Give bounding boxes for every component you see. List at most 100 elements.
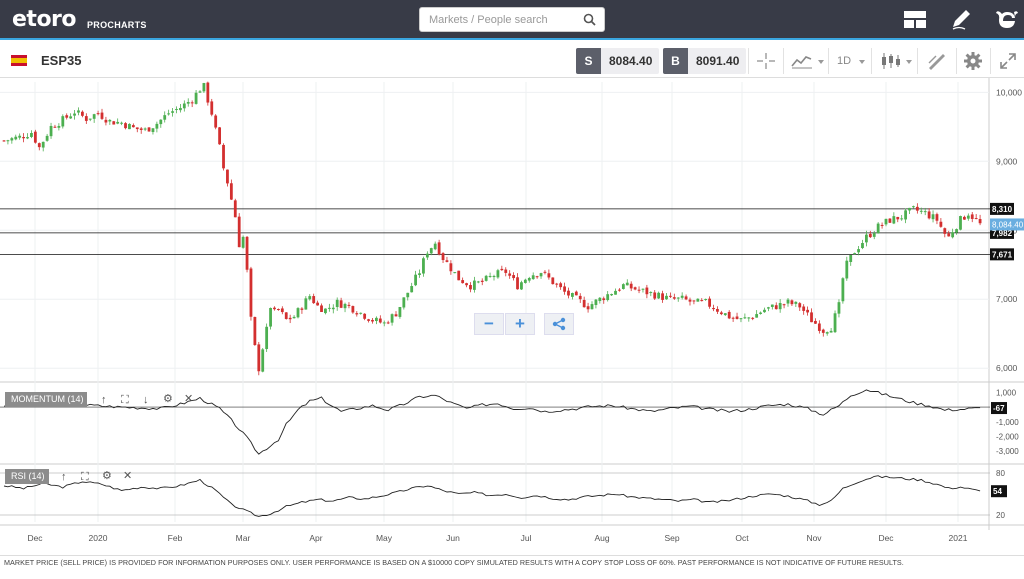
gear-icon[interactable]: ⚙ [163, 394, 173, 405]
candle-body [712, 307, 715, 310]
search-box[interactable] [419, 7, 605, 32]
drawing-pen-icon [928, 54, 945, 70]
instrument-symbol[interactable]: ESP35 [41, 53, 81, 68]
candle-body [265, 326, 269, 350]
sell-price-button[interactable]: S 8084.40 [576, 48, 659, 74]
candle-body [845, 260, 849, 279]
candle-body [100, 112, 104, 119]
candle-body [876, 223, 880, 234]
candle-body [868, 233, 872, 238]
candle-body [810, 312, 813, 323]
candle-body [37, 143, 41, 148]
momentum-label[interactable]: MOMENTUM (14) [5, 392, 87, 407]
y-tick-label: 10,000 [996, 87, 1022, 97]
line-price-label: 7,671 [992, 250, 1013, 259]
horizontal-lines [0, 208, 990, 255]
move-up-icon[interactable]: ↑ [61, 472, 67, 483]
candle-body [257, 344, 261, 372]
candle-body [92, 114, 96, 119]
candle-body [324, 308, 327, 314]
candle-body [429, 248, 433, 254]
candle-body [190, 102, 194, 104]
close-icon[interactable]: ✕ [184, 394, 193, 405]
x-tick-label: Dec [27, 533, 43, 543]
candle-body [320, 305, 323, 312]
buy-price-button[interactable]: B 8091.40 [663, 48, 746, 74]
candle-body [116, 121, 120, 124]
candle-body [131, 125, 135, 128]
candle-body [88, 118, 92, 120]
candle-body [371, 319, 374, 322]
candle-body [300, 308, 304, 310]
candle-body [516, 277, 519, 290]
candle-body [218, 127, 221, 145]
candle-body [433, 243, 437, 250]
candle-body [414, 274, 417, 286]
indicator-line [3, 475, 981, 517]
candle-body [915, 206, 919, 211]
candle-body [770, 304, 774, 307]
move-down-icon[interactable]: ↓ [143, 395, 149, 406]
layout-icon[interactable] [903, 8, 929, 32]
search-icon[interactable] [583, 13, 596, 26]
candle-body [261, 349, 265, 372]
candle-body [347, 304, 351, 306]
candle-body [331, 307, 335, 310]
candle-body [743, 317, 747, 319]
candle-body [767, 307, 770, 309]
candle-body [645, 287, 649, 295]
zoom-in-button[interactable]: + [505, 313, 535, 335]
candle-body [625, 282, 629, 286]
chevron-down-icon [859, 60, 865, 64]
candle-body [229, 183, 233, 200]
drawing-tools-button[interactable] [917, 48, 955, 74]
candle-body [841, 278, 845, 302]
search-input[interactable] [420, 8, 580, 31]
crosshair-button[interactable] [748, 48, 782, 74]
timeframe-label: 1D [837, 55, 852, 67]
line-chart-icon [791, 56, 812, 69]
candle-body [159, 119, 163, 125]
candle-body [763, 309, 766, 313]
candle-style-button[interactable] [871, 48, 916, 74]
candle-body [480, 280, 484, 282]
rsi-panel [0, 472, 990, 517]
gear-icon [964, 52, 982, 70]
candle-body [69, 116, 73, 119]
x-tick-label: Sep [664, 533, 679, 543]
candle-body [469, 285, 472, 290]
candle-body [817, 323, 821, 331]
close-icon[interactable]: ✕ [123, 471, 132, 482]
gear-icon[interactable]: ⚙ [102, 471, 112, 482]
etoro-logo[interactable]: etoro [12, 7, 77, 32]
candle-body [30, 133, 33, 137]
candle-body [947, 233, 951, 237]
pencil-icon[interactable] [949, 8, 975, 32]
rsi-label[interactable]: RSI (14) [5, 469, 49, 484]
candle-body [222, 144, 225, 169]
timeframe-selector[interactable]: 1D [828, 48, 870, 74]
chart-type-button[interactable] [783, 48, 827, 74]
etoro-e-icon[interactable] [994, 8, 1020, 32]
share-button[interactable] [544, 313, 574, 335]
candle-body [151, 128, 155, 133]
candle-body [900, 218, 904, 220]
candle-body [704, 298, 708, 300]
candle-body [853, 253, 857, 255]
settings-button[interactable] [956, 48, 989, 74]
candle-body [559, 283, 563, 288]
maximize-icon[interactable]: ⛶ [121, 395, 129, 406]
candle-body [892, 216, 896, 224]
maximize-icon[interactable]: ⛶ [81, 472, 89, 483]
candle-body [567, 290, 570, 296]
move-up-icon[interactable]: ↑ [101, 395, 107, 406]
candle-body [304, 298, 308, 310]
candle-body [865, 234, 868, 243]
candle-body [57, 125, 61, 128]
candle-body [563, 286, 566, 292]
fullscreen-button[interactable] [990, 48, 1024, 74]
zoom-out-button[interactable]: − [474, 313, 504, 335]
candle-body [727, 311, 731, 319]
procharts-label: PROCHARTS [87, 20, 147, 30]
candle-body [18, 135, 22, 138]
